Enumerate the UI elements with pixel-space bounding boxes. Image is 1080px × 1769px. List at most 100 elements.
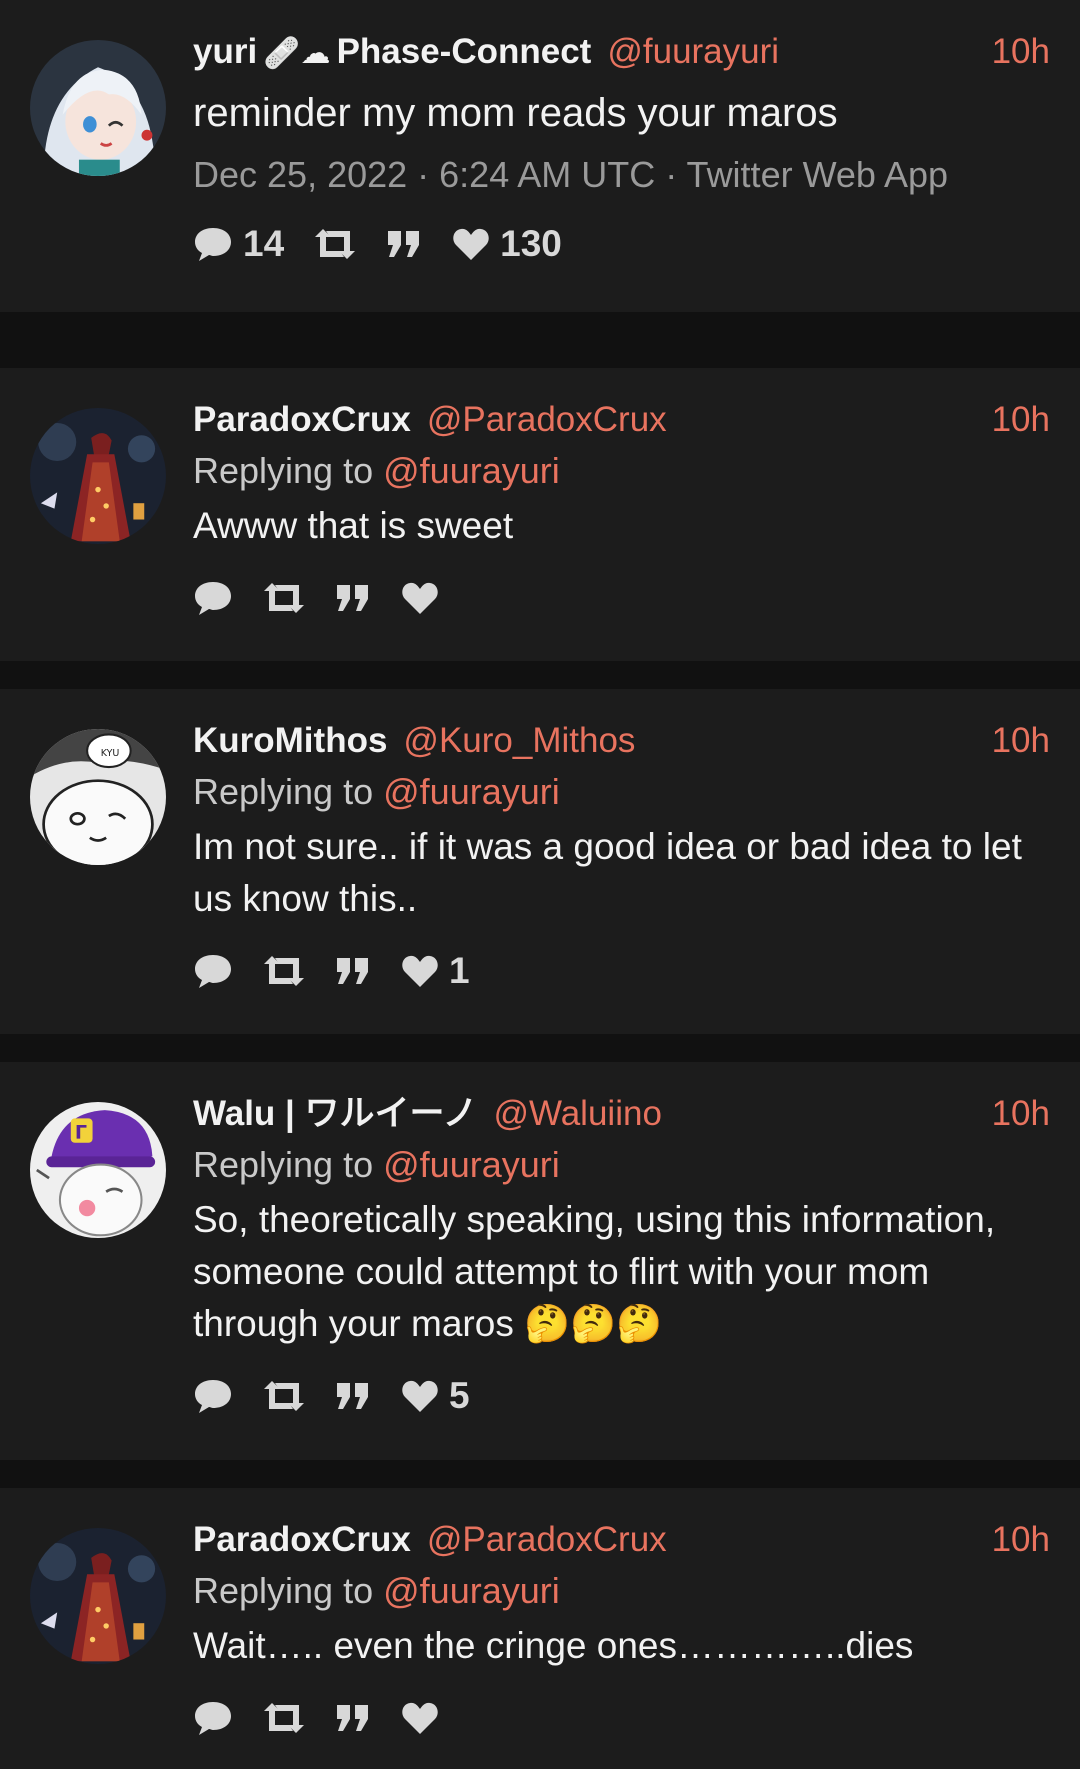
user-handle[interactable]: @ParadoxCrux bbox=[427, 398, 667, 442]
replying-mention[interactable]: @fuurayuri bbox=[383, 1570, 560, 1611]
quote-button[interactable] bbox=[386, 229, 422, 259]
replying-to: Replying to @fuurayuri bbox=[193, 1142, 1050, 1188]
dark-red-figure-avatar-icon bbox=[30, 408, 166, 544]
reply-tweet[interactable]: ParadoxCrux @ParadoxCrux 10h Replying to… bbox=[0, 368, 1080, 661]
like-button[interactable] bbox=[401, 1701, 449, 1735]
retweet-icon bbox=[264, 1381, 304, 1411]
tweet-date[interactable]: Dec 25, 2022 · 6:24 AM UTC · Twitter Web… bbox=[193, 152, 1050, 198]
tweet-header: ParadoxCrux @ParadoxCrux 10h bbox=[193, 1518, 1050, 1562]
reply-icon bbox=[195, 1380, 231, 1413]
tweet-text: Im not sure.. if it was a good idea or b… bbox=[193, 826, 1022, 919]
quote-button[interactable] bbox=[335, 583, 371, 613]
reply-tweet[interactable]: Γ Walu | ワルイーノ @Waluiino 10h Replying to… bbox=[0, 1062, 1080, 1460]
tweet-header: ParadoxCrux @ParadoxCrux 10h bbox=[193, 398, 1050, 442]
retweet-button[interactable] bbox=[263, 954, 305, 988]
retweet-icon bbox=[264, 1703, 304, 1733]
display-name-suffix[interactable]: Phase-Connect bbox=[337, 30, 592, 74]
tweet-body: yuri 🩹☁ Phase-Connect @fuurayuri 10h rem… bbox=[193, 30, 1050, 266]
tweet-header: Walu | ワルイーノ @Waluiino 10h bbox=[193, 1092, 1050, 1136]
replying-to: Replying to @fuurayuri bbox=[193, 448, 1050, 494]
like-button[interactable]: 5 bbox=[401, 1375, 470, 1417]
replying-mention[interactable]: @fuurayuri bbox=[383, 1144, 560, 1185]
heart-icon bbox=[402, 1702, 438, 1734]
manga-creature-avatar-icon: KYU bbox=[30, 729, 166, 865]
tweet-text: Awww that is sweet bbox=[193, 505, 514, 546]
replying-mention[interactable]: @fuurayuri bbox=[383, 450, 560, 491]
quote-button[interactable] bbox=[335, 1703, 371, 1733]
separator bbox=[0, 312, 1080, 368]
reply-button[interactable] bbox=[193, 579, 233, 617]
like-count: 1 bbox=[449, 950, 470, 991]
reply-count: 14 bbox=[243, 223, 285, 264]
retweet-icon bbox=[264, 956, 304, 986]
tweet-time[interactable]: 10h bbox=[992, 719, 1050, 763]
retweet-icon bbox=[264, 583, 304, 613]
reply-button[interactable]: 14 bbox=[193, 223, 284, 265]
quote-button[interactable] bbox=[335, 1381, 371, 1411]
avatar[interactable]: Γ bbox=[30, 1102, 166, 1238]
avatar[interactable] bbox=[30, 1528, 166, 1664]
reply-button[interactable] bbox=[193, 1699, 233, 1737]
main-tweet[interactable]: yuri 🩹☁ Phase-Connect @fuurayuri 10h rem… bbox=[0, 0, 1080, 312]
tweet-actions: 5 bbox=[193, 1374, 1050, 1418]
quote-button[interactable] bbox=[335, 956, 371, 986]
avatar[interactable] bbox=[30, 408, 166, 544]
user-handle[interactable]: @Kuro_Mithos bbox=[403, 719, 635, 763]
quote-icon bbox=[337, 1383, 368, 1409]
tweet-time[interactable]: 10h bbox=[992, 1518, 1050, 1562]
tweet-header: yuri 🩹☁ Phase-Connect @fuurayuri 10h bbox=[193, 30, 1050, 76]
heart-icon bbox=[402, 582, 438, 614]
retweet-button[interactable] bbox=[263, 581, 305, 615]
user-handle[interactable]: @ParadoxCrux bbox=[427, 1518, 667, 1562]
user-handle[interactable]: @fuurayuri bbox=[607, 30, 779, 74]
reply-button[interactable] bbox=[193, 1377, 233, 1415]
tweet-text: So, theoretically speaking, using this i… bbox=[193, 1199, 996, 1344]
tweet-actions: 1 bbox=[193, 949, 1050, 993]
replying-prefix: Replying to bbox=[193, 450, 374, 491]
anime-girl-avatar-icon bbox=[30, 40, 166, 176]
retweet-button[interactable] bbox=[314, 227, 356, 261]
replying-mention[interactable]: @fuurayuri bbox=[383, 771, 560, 812]
purple-cap-avatar-icon: Γ bbox=[30, 1102, 166, 1238]
heart-icon bbox=[402, 1380, 438, 1412]
user-handle[interactable]: @Waluiino bbox=[493, 1092, 661, 1136]
tweet-time[interactable]: 10h bbox=[992, 398, 1050, 442]
tweet-time[interactable]: 10h bbox=[992, 30, 1050, 74]
display-name[interactable]: Walu | ワルイーノ bbox=[193, 1092, 477, 1136]
display-name[interactable]: yuri bbox=[193, 30, 257, 74]
dark-red-figure-avatar-icon bbox=[30, 1528, 166, 1664]
tweet-text: reminder my mom reads your maros bbox=[193, 91, 838, 135]
quote-icon bbox=[337, 958, 368, 984]
reply-tweet[interactable]: KYU KuroMithos @Kuro_Mithos 10h Replying… bbox=[0, 689, 1080, 1034]
reply-tweet[interactable]: ParadoxCrux @ParadoxCrux 10h Replying to… bbox=[0, 1488, 1080, 1769]
like-count: 5 bbox=[449, 1375, 470, 1416]
like-button[interactable]: 1 bbox=[401, 950, 470, 992]
like-button[interactable]: 130 bbox=[452, 223, 562, 265]
tweet-text: Wait….. even the cringe ones…………..dies bbox=[193, 1625, 914, 1666]
display-name[interactable]: ParadoxCrux bbox=[193, 1518, 411, 1562]
heart-icon bbox=[453, 228, 489, 260]
display-name[interactable]: ParadoxCrux bbox=[193, 398, 411, 442]
tweet-actions bbox=[193, 576, 1050, 620]
quote-icon bbox=[337, 585, 368, 611]
tweet-actions: 14 130 bbox=[193, 222, 1050, 266]
retweet-button[interactable] bbox=[263, 1701, 305, 1735]
avatar[interactable] bbox=[30, 40, 166, 176]
avatar[interactable]: KYU bbox=[30, 729, 166, 865]
tweet-body: Walu | ワルイーノ @Waluiino 10h Replying to @… bbox=[193, 1092, 1050, 1418]
replying-prefix: Replying to bbox=[193, 771, 374, 812]
tweet-time[interactable]: 10h bbox=[992, 1092, 1050, 1136]
reply-icon bbox=[195, 228, 231, 261]
tweet-body: KuroMithos @Kuro_Mithos 10h Replying to … bbox=[193, 719, 1050, 993]
display-name[interactable]: KuroMithos bbox=[193, 719, 387, 763]
retweet-icon bbox=[315, 229, 356, 259]
tweet-actions bbox=[193, 1696, 1050, 1740]
retweet-button[interactable] bbox=[263, 1379, 305, 1413]
reply-button[interactable] bbox=[193, 952, 233, 990]
replying-prefix: Replying to bbox=[193, 1144, 374, 1185]
like-button[interactable] bbox=[401, 581, 449, 615]
like-count: 130 bbox=[500, 223, 562, 264]
reply-icon bbox=[195, 582, 231, 615]
tweet-body: ParadoxCrux @ParadoxCrux 10h Replying to… bbox=[193, 1518, 1050, 1740]
tweet-feed: yuri 🩹☁ Phase-Connect @fuurayuri 10h rem… bbox=[0, 0, 1080, 1769]
